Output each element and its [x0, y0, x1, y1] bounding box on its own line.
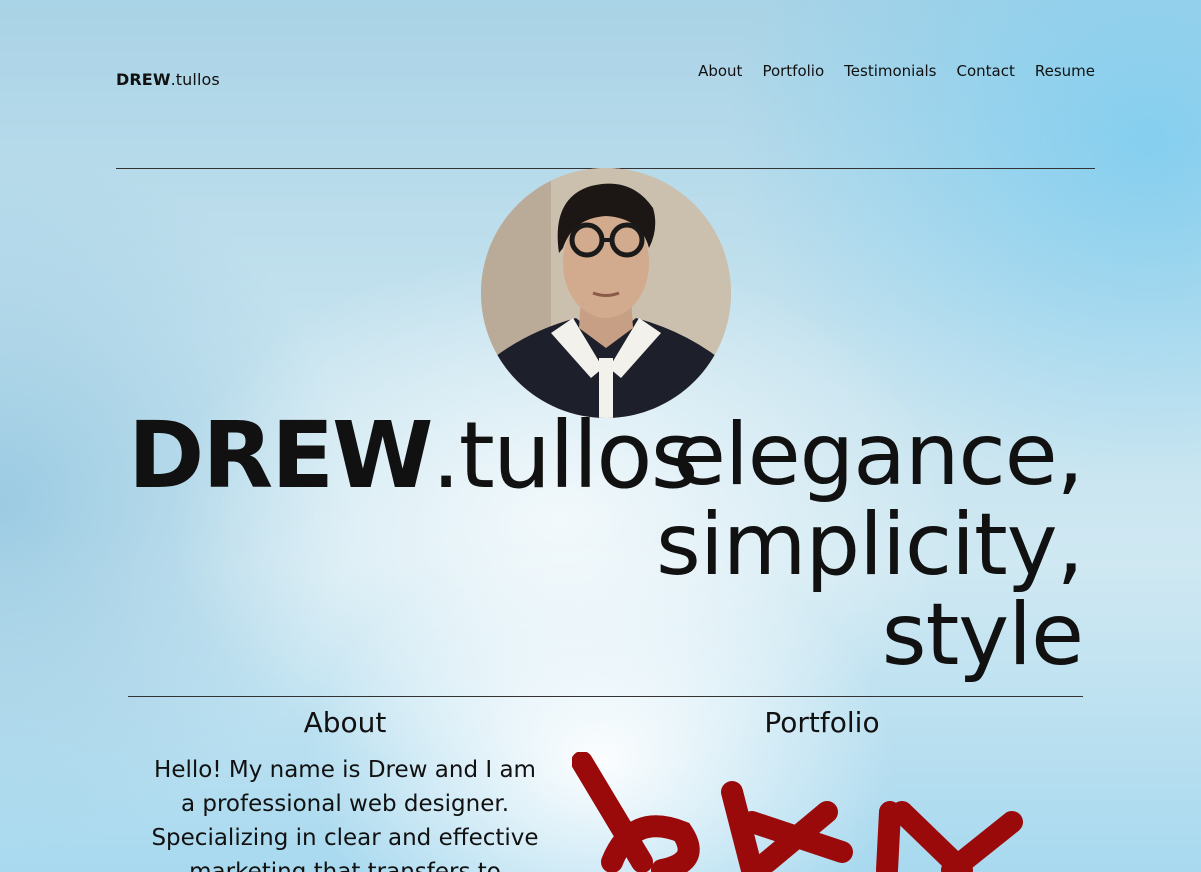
nav-about[interactable]: About	[698, 62, 742, 80]
main-nav: About Portfolio Testimonials Contact Res…	[698, 62, 1095, 80]
nav-portfolio[interactable]: Portfolio	[762, 62, 824, 80]
hero-tagline: elegance, simplicity, style	[643, 405, 1084, 685]
brand-bold: DREW	[116, 70, 171, 89]
portfolio-logo-image[interactable]	[571, 751, 1032, 872]
nav-resume[interactable]: Resume	[1035, 62, 1095, 80]
nav-contact[interactable]: Contact	[957, 62, 1015, 80]
section-divider	[128, 696, 1083, 697]
tagline-line-2: simplicity,	[656, 495, 1084, 595]
portfolio-heading: Portfolio	[764, 706, 880, 739]
hero-name-bold: DREW	[128, 402, 434, 509]
nav-testimonials[interactable]: Testimonials	[844, 62, 936, 80]
hero-name: DREW.tullos	[128, 410, 699, 502]
about-heading: About	[303, 706, 387, 739]
profile-photo	[481, 168, 731, 418]
tagline-line-1: elegance,	[672, 405, 1084, 505]
brand-rest: .tullos	[170, 70, 220, 89]
about-text: Hello! My name is Drew and I am a profes…	[151, 757, 539, 872]
site-logo[interactable]: DREW.tullos	[116, 70, 220, 89]
tagline-line-3: style	[881, 585, 1084, 685]
